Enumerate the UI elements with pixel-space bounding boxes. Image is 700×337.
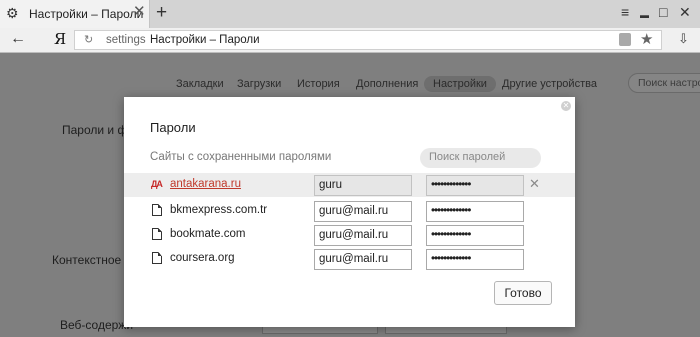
done-button[interactable]: Готово [494, 281, 552, 305]
yandex-logo[interactable]: Я [54, 31, 66, 48]
site-name[interactable]: antakarana.ru [170, 178, 241, 190]
nav-bookmarks[interactable]: Закладки [176, 78, 224, 90]
protect-shield-icon[interactable] [619, 33, 631, 46]
gear-icon: ⚙ [6, 5, 19, 21]
new-tab-icon[interactable]: + [156, 3, 167, 23]
site-name: coursera.org [170, 252, 235, 264]
site-name: bkmexpress.com.tr [170, 204, 268, 216]
tab-title: Настройки – Пароли [29, 7, 144, 21]
dialog-subtitle: Сайты с сохраненными паролями [150, 151, 332, 163]
url-page-title: Настройки – Пароли [150, 34, 260, 46]
maximize-icon[interactable]: □ [659, 4, 667, 20]
tab-settings-passwords[interactable]: ⚙ Настройки – Пароли ✕ [0, 0, 150, 28]
back-arrow-icon[interactable]: ← [10, 30, 26, 48]
settings-search-input[interactable]: Поиск настро [628, 73, 700, 93]
reload-icon[interactable]: ↻ [84, 33, 93, 47]
bookmark-star-icon[interactable]: ★ [640, 31, 653, 49]
dialog-close-icon[interactable]: ✕ [561, 101, 571, 111]
login-field[interactable]: guru@mail.ru [314, 249, 412, 270]
page-icon [152, 204, 162, 216]
nav-other-devices[interactable]: Другие устройства [502, 78, 597, 90]
nav-history[interactable]: История [297, 78, 340, 90]
address-bar: ← Я ↻ settings Настройки – Пароли ★ ⇩ [0, 28, 700, 53]
passwords-dialog: ✕ Пароли Сайты с сохраненными паролями П… [124, 97, 575, 327]
password-field[interactable]: ••••••••••••• [426, 249, 524, 270]
password-row[interactable]: bkmexpress.com.tr guru@mail.ru •••••••••… [124, 199, 575, 223]
nav-extensions[interactable]: Дополнения [356, 78, 418, 90]
password-search-input[interactable]: Поиск паролей [420, 148, 541, 168]
dialog-title: Пароли [150, 120, 196, 135]
window-close-icon[interactable]: ✕ [679, 4, 691, 20]
login-field[interactable]: guru [314, 175, 412, 196]
omnibox[interactable]: ↻ settings Настройки – Пароли ★ [74, 30, 662, 50]
password-field[interactable]: ••••••••••••• [426, 225, 524, 246]
page-icon [152, 228, 162, 240]
title-bar: ⚙ Настройки – Пароли ✕ + ≡ ▬ □ ✕ [0, 0, 700, 28]
nav-downloads[interactable]: Загрузки [237, 78, 281, 90]
password-row[interactable]: coursera.org guru@mail.ru ••••••••••••• [124, 247, 575, 271]
minimize-icon[interactable]: ▬ [640, 7, 649, 23]
site-favicon-icon: ДА [151, 179, 163, 189]
download-icon[interactable]: ⇩ [678, 32, 689, 46]
tab-close-icon[interactable]: ✕ [133, 4, 146, 20]
browser-window: ⚙ Настройки – Пароли ✕ + ≡ ▬ □ ✕ ← Я ↻ s… [0, 0, 700, 337]
password-row[interactable]: bookmate.com guru@mail.ru ••••••••••••• [124, 223, 575, 247]
section-web-content: Веб-содержи [60, 318, 134, 332]
site-name: bookmate.com [170, 228, 246, 240]
menu-icon[interactable]: ≡ [621, 4, 629, 20]
section-context-menu: Контекстное м [52, 253, 133, 267]
nav-settings[interactable]: Настройки [424, 76, 496, 92]
login-field[interactable]: guru@mail.ru [314, 225, 412, 246]
password-field[interactable]: ••••••••••••• [426, 175, 524, 196]
password-row[interactable]: ДА antakarana.ru guru ••••••••••••• ✕ [124, 173, 575, 197]
url-scheme: settings [106, 34, 146, 46]
page-icon [152, 252, 162, 264]
login-field[interactable]: guru@mail.ru [314, 201, 412, 222]
password-field[interactable]: ••••••••••••• [426, 201, 524, 222]
remove-password-icon[interactable]: ✕ [529, 176, 540, 192]
